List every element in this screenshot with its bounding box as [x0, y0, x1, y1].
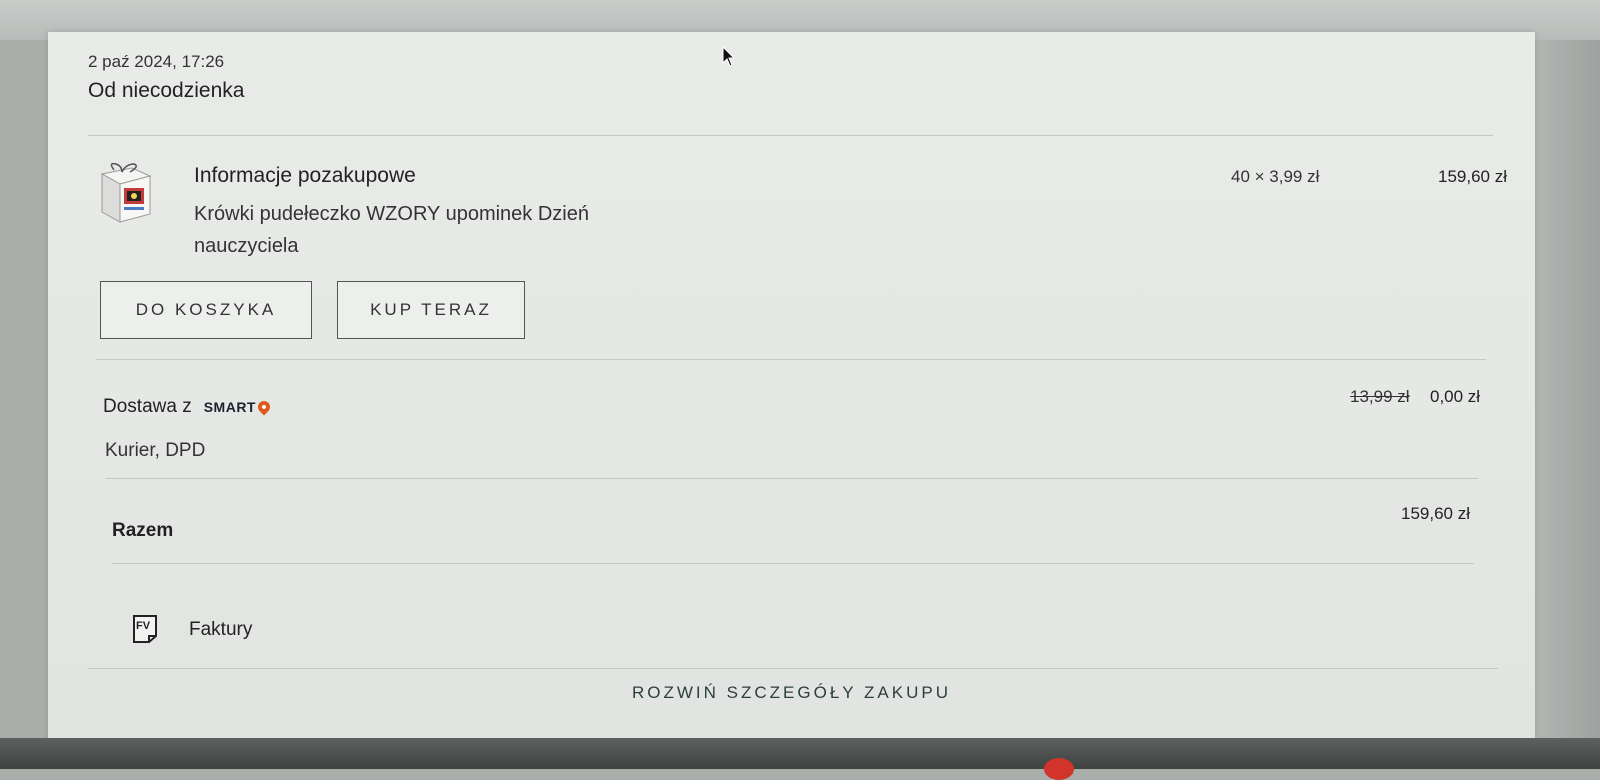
divider — [96, 359, 1486, 360]
order-card: 2 paź 2024, 17:26 Od niecodzienka Inform… — [48, 32, 1535, 740]
mouse-cursor — [722, 45, 736, 68]
order-date: 2 paź 2024, 17:26 — [88, 52, 225, 71]
delivery-method: Kurier, DPD — [105, 440, 206, 461]
item-quantity-price: 40 × 3,99 zł — [1231, 167, 1320, 186]
delivery-row: Dostawa z SMART — [103, 396, 273, 418]
smart-logo-text: SMART — [203, 399, 256, 415]
divider — [106, 478, 1478, 479]
seller-name[interactable]: Od niecodzienka — [88, 79, 244, 103]
divider — [88, 668, 1498, 669]
delivery-price: 0,00 zł — [1430, 387, 1481, 406]
divider — [88, 135, 1493, 136]
total-value: 159,60 zł — [1401, 504, 1470, 523]
page-right-margin — [1535, 40, 1600, 740]
add-to-cart-button[interactable]: DO KOSZYKA — [100, 281, 312, 339]
item-title-link[interactable]: Informacje pozakupowe — [194, 164, 416, 188]
product-thumbnail[interactable] — [94, 160, 154, 226]
smart-pin-icon — [255, 398, 273, 416]
item-description[interactable]: Krówki pudełeczko WZORY upominek Dzień n… — [194, 198, 664, 262]
screen-bottom-bezel — [0, 738, 1600, 769]
expand-details-link[interactable]: ROZWIŃ SZCZEGÓŁY ZAKUPU — [48, 683, 1535, 703]
invoice-icon-text: FV — [136, 620, 151, 632]
delivery-old-price: 13,99 zł — [1350, 387, 1410, 406]
smart-logo: SMART — [203, 398, 273, 416]
delivery-label: Dostawa z — [103, 396, 192, 417]
taskbar-indicator — [1044, 758, 1074, 780]
invoices-link[interactable]: Faktury — [189, 619, 252, 641]
item-line-total: 159,60 zł — [1438, 167, 1507, 186]
total-label: Razem — [112, 520, 174, 541]
buy-now-button[interactable]: KUP TERAZ — [337, 281, 525, 339]
divider — [112, 563, 1474, 564]
invoice-fv-icon[interactable]: FV — [132, 614, 158, 644]
